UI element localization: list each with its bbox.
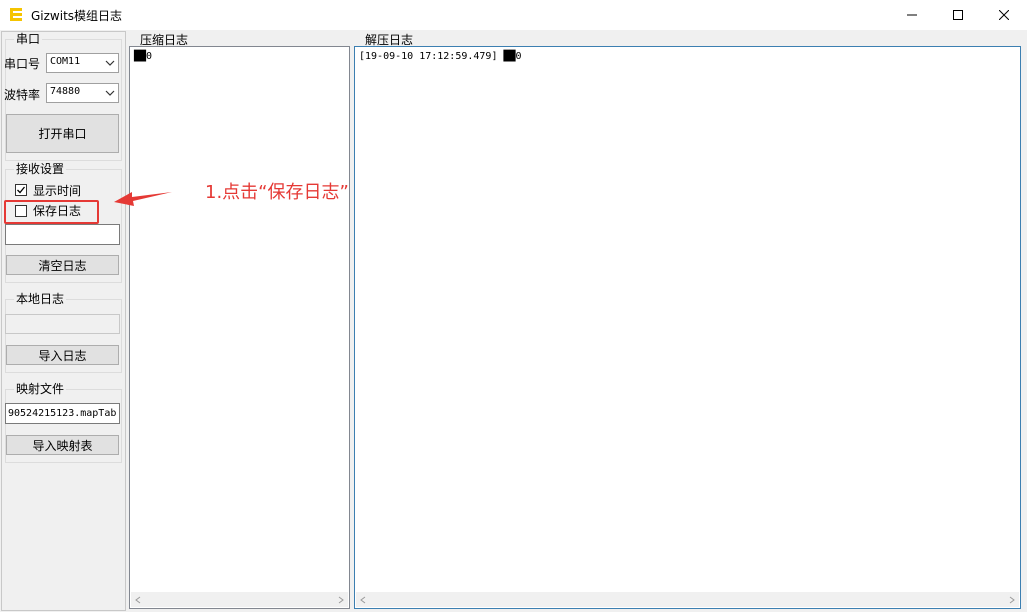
save-log-path-input[interactable]	[5, 224, 120, 245]
show-time-checkbox[interactable]	[15, 184, 27, 196]
mapping-file-value: 90524215123.mapTab	[8, 408, 117, 419]
maximize-button[interactable]	[935, 0, 981, 30]
gizwits-app-icon	[10, 8, 22, 21]
port-value: COM11	[50, 56, 81, 67]
import-mapping-button[interactable]: 导入映射表	[6, 435, 119, 455]
chevron-down-icon	[105, 90, 115, 96]
compressed-log-pane[interactable]: ██0	[129, 46, 350, 609]
clear-log-button[interactable]: 清空日志	[6, 255, 119, 275]
import-log-button[interactable]: 导入日志	[6, 345, 119, 365]
port-label: 串口号	[4, 57, 41, 71]
local-log-group-label: 本地日志	[14, 292, 67, 306]
show-time-label: 显示时间	[33, 184, 82, 198]
receive-group-label: 接收设置	[14, 162, 67, 176]
chevron-left-icon	[135, 596, 141, 604]
maximize-icon	[953, 10, 963, 20]
chevron-down-icon	[105, 60, 115, 66]
mapping-group-label: 映射文件	[14, 382, 67, 396]
serial-group-label: 串口	[14, 32, 43, 46]
compressed-log-scrollbar[interactable]	[131, 592, 348, 607]
open-port-button[interactable]: 打开串口	[6, 114, 119, 153]
decompressed-log-content: [19-09-10 17:12:59.479] ██0	[359, 51, 522, 62]
decompressed-log-pane[interactable]: [19-09-10 17:12:59.479] ██0	[354, 46, 1021, 609]
baud-value: 74880	[50, 86, 81, 97]
annotation-text: 1.点击“保存日志”	[205, 182, 349, 203]
close-button[interactable]	[981, 0, 1027, 30]
chevron-left-icon	[360, 596, 366, 604]
annotation-arrow-icon	[114, 192, 172, 206]
annotation-highlight-box	[4, 200, 99, 224]
title-bar: Gizwits模组日志	[0, 0, 1027, 30]
compressed-log-content: ██0	[134, 51, 153, 62]
baud-label: 波特率	[4, 88, 41, 102]
window-title: Gizwits模组日志	[31, 9, 123, 23]
chevron-right-icon	[338, 596, 344, 604]
mapping-file-input[interactable]: 90524215123.mapTab	[5, 403, 120, 424]
decompressed-log-scrollbar[interactable]	[356, 592, 1019, 607]
chevron-right-icon	[1009, 596, 1015, 604]
baud-select[interactable]: 74880	[46, 83, 119, 103]
local-log-path-input[interactable]	[5, 314, 120, 334]
checkmark-icon	[17, 186, 26, 194]
port-select[interactable]: COM11	[46, 53, 119, 73]
minimize-button[interactable]	[889, 0, 935, 30]
minimize-icon	[907, 14, 917, 16]
close-icon	[999, 10, 1009, 20]
